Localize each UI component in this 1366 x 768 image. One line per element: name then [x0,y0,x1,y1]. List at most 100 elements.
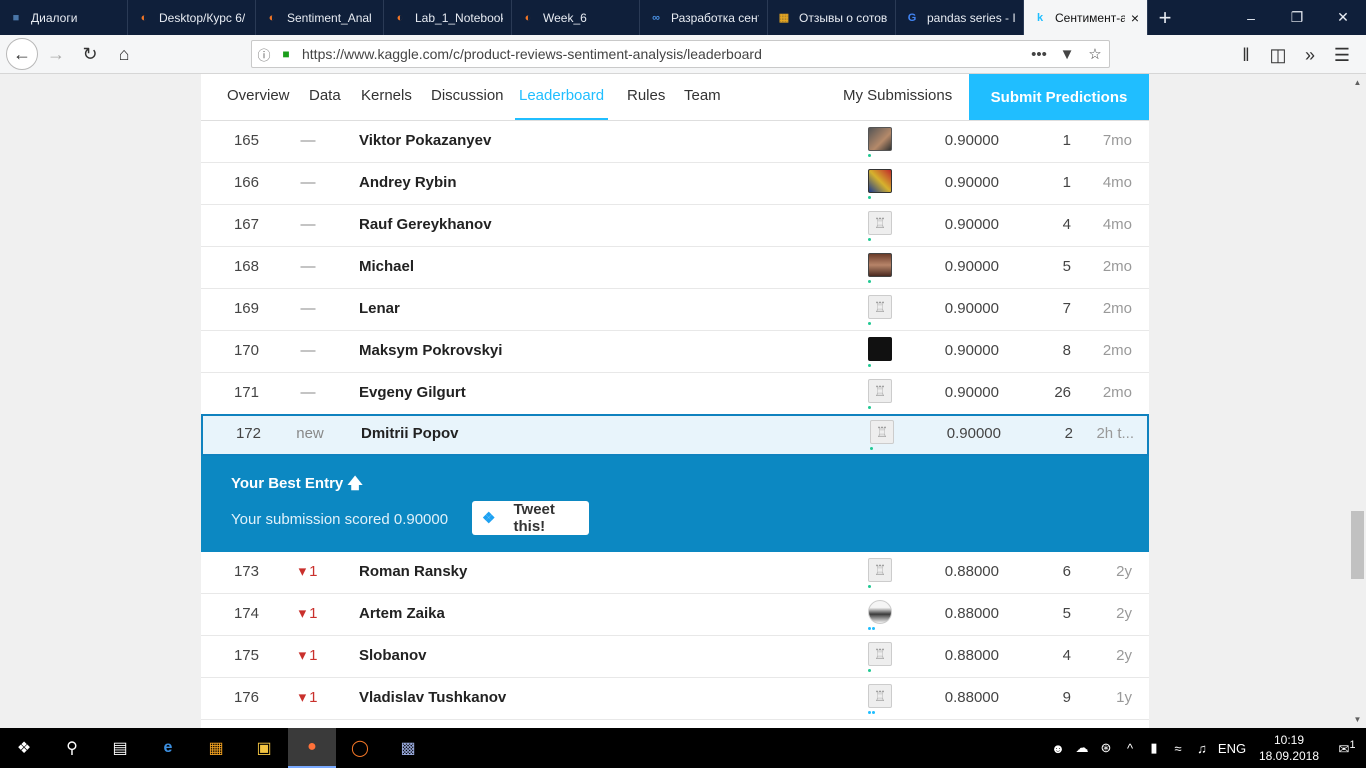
browser-tab[interactable]: ◐ Week_6 [512,0,640,35]
browser-tab[interactable]: ▦ Отзывы о сотов [768,0,896,35]
avatar[interactable] [868,600,892,624]
avatar[interactable] [868,337,892,361]
battery-icon[interactable]: ▮ [1142,740,1166,756]
browser-tab[interactable]: ∞ Разработка сент [640,0,768,35]
avatar-cell[interactable] [868,127,892,157]
table-row[interactable]: 166 — Andrey Rybin 0.90000 1 4mo [201,163,1149,205]
team-name[interactable]: Michael [359,247,414,288]
firefox-icon[interactable]: ● [288,728,336,768]
new-tab-button[interactable]: + [1148,0,1182,35]
browser-tab[interactable]: ◐ Sentiment_Anal [256,0,384,35]
tab-overview[interactable]: Overview [227,74,290,120]
close-icon[interactable]: ✕ [1320,0,1366,35]
bookmark-star-icon[interactable]: ☆ [1081,45,1109,63]
table-row[interactable]: 170 — Maksym Pokrovskyi 0.90000 8 2mo [201,331,1149,373]
avatar[interactable]: ♖ [870,420,894,444]
table-row[interactable]: 173 ▾ 1 Roman Ransky ♖ 0.88000 6 2y [201,552,1149,594]
submit-predictions-button[interactable]: Submit Predictions [969,74,1149,120]
my-entry-row[interactable]: 172 new Dmitrii Popov ♖ 0.90000 2 2h t... [201,414,1149,456]
scrollbar-thumb[interactable] [1351,511,1364,579]
table-row[interactable]: 175 ▾ 1 Slobanov ♖ 0.88000 4 2y [201,636,1149,678]
avatar-cell[interactable]: ♖ [868,295,892,325]
file-explorer-icon[interactable]: ▣ [240,728,288,768]
tab-data[interactable]: Data [309,74,341,120]
clock[interactable]: 10:19 18.09.2018 [1250,732,1328,764]
minimize-icon[interactable]: – [1228,0,1274,35]
menu-icon[interactable]: ☰ [1326,39,1358,71]
team-name[interactable]: Maksym Pokrovskyi [359,331,502,372]
windows-start-icon[interactable]: ❖ [0,728,48,768]
avatar-cell[interactable] [868,169,892,199]
pocket-icon[interactable]: ▼ [1053,46,1081,63]
tab-discussion[interactable]: Discussion [431,74,504,120]
table-row[interactable]: 176 ▾ 1 Vladislav Tushkanov ♖ 0.88000 9 1y [201,678,1149,720]
close-tab-icon[interactable]: × [1131,10,1139,26]
back-button[interactable]: ← [6,38,38,70]
avatar[interactable]: ♖ [868,379,892,403]
people-icon[interactable]: ☻ [1046,741,1070,756]
url-text[interactable]: https://www.kaggle.com/c/product-reviews… [296,46,1025,62]
table-row[interactable]: 171 — Evgeny Gilgurt ♖ 0.90000 26 2mo [201,373,1149,415]
avatar[interactable] [868,169,892,193]
chevron-up-icon[interactable]: ^ [1118,741,1142,756]
tab-kernels[interactable]: Kernels [361,74,412,120]
table-row[interactable]: 167 — Rauf Gereykhanov ♖ 0.90000 4 4mo [201,205,1149,247]
browser-tab[interactable]: ◐ Desktop/Курс 6/ [128,0,256,35]
team-name[interactable]: Artem Zaika [359,594,445,635]
forward-button[interactable]: → [40,38,72,70]
tweet-button[interactable]: ❖ Tweet this! [472,501,589,535]
avatar-cell[interactable] [868,253,892,283]
page-actions-icon[interactable]: ••• [1025,46,1053,63]
table-row[interactable]: 165 — Viktor Pokazanyev 0.90000 1 7mo [201,121,1149,163]
team-name[interactable]: Vladislav Tushkanov [359,678,506,719]
url-bar[interactable]: ⓘ ■ https://www.kaggle.com/c/product-rev… [251,40,1110,68]
team-name[interactable]: Viktor Pokazanyev [359,121,491,162]
info-icon[interactable]: ⓘ [252,45,276,64]
avatar[interactable]: ♖ [868,642,892,666]
browser-tab[interactable]: ■ Диалоги [0,0,128,35]
browser-tab[interactable]: Gpandas series - I [896,0,1024,35]
avatar-cell[interactable]: ♖ [868,684,892,714]
team-name[interactable]: Evgeny Gilgurt [359,373,466,414]
avatar[interactable]: ♖ [868,211,892,235]
tab-team[interactable]: Team [684,74,721,120]
remote-desktop-icon[interactable]: ▩ [384,728,432,768]
team-name[interactable]: Rauf Gereykhanov [359,205,492,246]
library-icon[interactable]: ‖ [1230,39,1262,71]
table-row[interactable] [201,720,1149,728]
avatar-cell[interactable]: ♖ [870,420,894,450]
table-row[interactable]: 168 — Michael 0.90000 5 2mo [201,247,1149,289]
home-button[interactable]: ⌂ [108,38,140,70]
wifi-icon[interactable]: ≈ [1166,741,1190,756]
my-submissions-link[interactable]: My Submissions [843,74,952,120]
cloud-icon[interactable]: ☁ [1070,740,1094,756]
avatar[interactable] [868,127,892,151]
avatar[interactable] [868,253,892,277]
reload-button[interactable]: ↻ [74,38,106,70]
avatar[interactable]: ♖ [868,295,892,319]
scroll-up-arrow[interactable]: ▲ [1349,74,1366,91]
team-name[interactable]: Lenar [359,289,400,330]
overflow-chevron-icon[interactable]: » [1294,39,1326,71]
avatar-cell[interactable]: ♖ [868,379,892,409]
store-icon[interactable]: ▦ [192,728,240,768]
edge-icon[interactable]: e [144,728,192,768]
avatar[interactable]: ♖ [868,558,892,582]
avatar-cell[interactable]: ♖ [868,558,892,588]
team-name[interactable]: Roman Ransky [359,552,467,593]
tab-rules[interactable]: Rules [627,74,665,120]
sidebar-icon[interactable]: ◫ [1262,39,1294,71]
avatar-cell[interactable] [868,337,892,367]
team-name[interactable]: Andrey Rybin [359,163,457,204]
jupyter-taskbar-icon[interactable]: ◯ [336,728,384,768]
table-row[interactable]: 174 ▾ 1 Artem Zaika 0.88000 5 2y [201,594,1149,636]
team-name[interactable]: Dmitrii Popov [361,414,459,455]
search-icon[interactable]: ⚲ [48,728,96,768]
team-name[interactable]: Slobanov [359,636,427,677]
avatar-cell[interactable]: ♖ [868,211,892,241]
browser-tab[interactable]: k Сентимент-а × [1024,0,1148,35]
volume-icon[interactable]: ♫ [1190,741,1214,756]
task-view-icon[interactable]: ▤ [96,728,144,768]
notifications-icon[interactable]: ✉1 [1328,739,1366,757]
browser-tab[interactable]: ◐ Lab_1_Notebook [384,0,512,35]
